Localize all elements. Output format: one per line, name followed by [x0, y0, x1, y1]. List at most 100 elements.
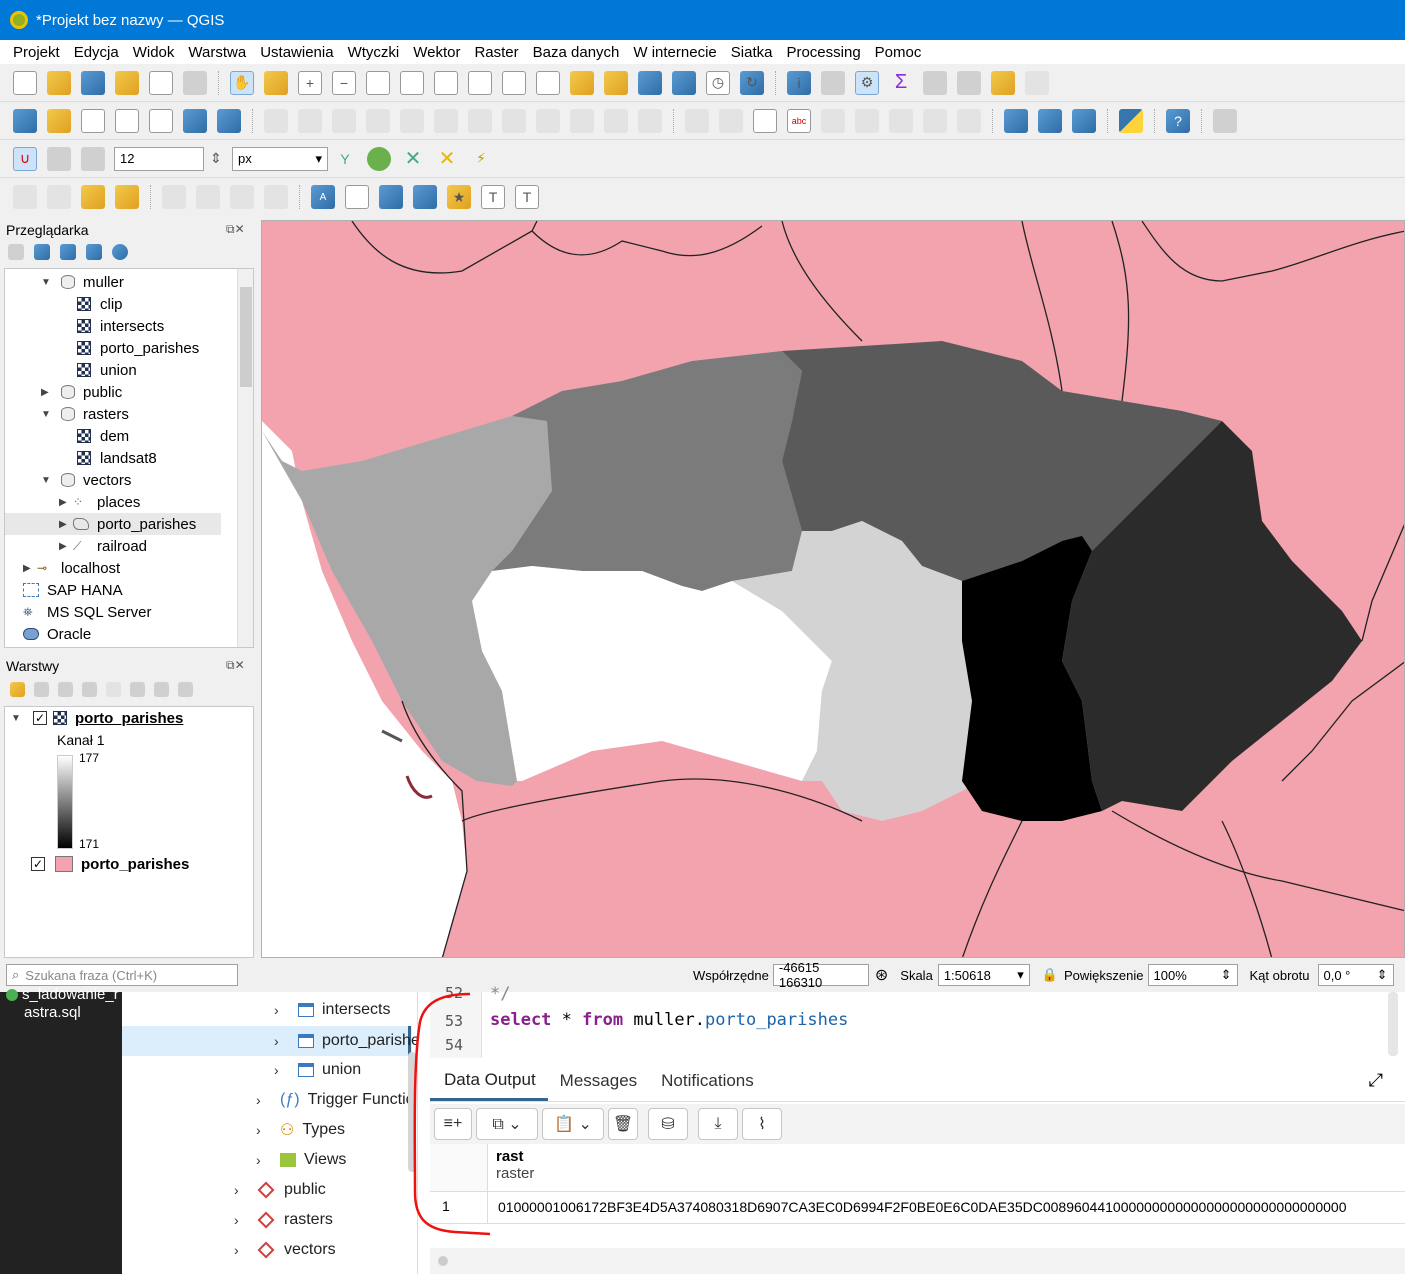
expand-arrow-icon[interactable]: ▶	[59, 497, 73, 508]
scale-combobox[interactable]: 1:50618 ▾	[937, 964, 1030, 986]
filter-browser-icon[interactable]	[60, 244, 76, 260]
metasearch-icon[interactable]	[1004, 108, 1028, 133]
tolerance-spin-icon[interactable]: ⇕	[204, 147, 228, 171]
map-canvas[interactable]	[261, 220, 1405, 958]
save-data-icon[interactable]: ⛁	[648, 1108, 688, 1140]
menu-raster[interactable]: Raster	[467, 44, 525, 61]
layer-row-raster[interactable]: ▼ ✓ porto_parishes	[11, 707, 183, 729]
chevron-right-icon[interactable]: ›	[256, 1152, 280, 1168]
column-header-rast[interactable]: rast raster	[488, 1144, 1405, 1192]
chevron-right-icon[interactable]: ›	[274, 1062, 298, 1078]
chevron-right-icon[interactable]: ›	[274, 1033, 298, 1049]
pan-annotation-icon[interactable]	[345, 185, 369, 209]
create-marker-annotation-icon[interactable]: ★	[447, 185, 471, 209]
add-group-icon[interactable]	[34, 682, 49, 697]
expand-arrow-icon[interactable]: ▶	[41, 387, 55, 398]
sql-editor[interactable]: 52 53 54 */ select * from muller.porto_p…	[430, 984, 1405, 1058]
tree-item-intersects[interactable]: intersects	[77, 315, 164, 337]
zoom-in-icon[interactable]: +	[298, 70, 322, 95]
tree-views[interactable]: › Views	[256, 1146, 346, 1174]
cut-features-icon[interactable]	[502, 108, 526, 133]
menu-ustawienia[interactable]: Ustawienia	[253, 44, 340, 61]
add-raster-layer-icon[interactable]	[183, 108, 207, 133]
menu-edycja[interactable]: Edycja	[67, 44, 126, 61]
vertex-tool-icon[interactable]	[400, 108, 424, 133]
menu-baza-danych[interactable]: Baza danych	[526, 44, 627, 61]
avoid-overlap-icon[interactable]: ✕	[401, 147, 425, 171]
snapping-layers-icon[interactable]	[47, 146, 71, 171]
python-console-icon[interactable]	[1119, 108, 1143, 133]
browser-scrollbar[interactable]	[237, 269, 253, 647]
rotate-label-icon[interactable]	[923, 108, 947, 133]
redo-icon[interactable]	[638, 108, 662, 133]
coordinates-field[interactable]: -46615 166310	[772, 960, 869, 990]
snapping-vertex-icon[interactable]	[81, 146, 105, 171]
expand-arrow-icon[interactable]: ▼	[41, 277, 55, 288]
zoom-out-icon[interactable]: −	[332, 70, 356, 95]
modify-attributes-icon[interactable]	[434, 108, 458, 133]
toggle-processing-icon[interactable]: ⚙	[855, 70, 879, 95]
offset-curve-icon[interactable]	[196, 185, 220, 209]
new-bookmark-icon[interactable]	[638, 70, 662, 95]
current-edits-icon[interactable]	[264, 108, 288, 133]
save-edits-icon[interactable]	[332, 108, 356, 133]
collapse-all-icon[interactable]	[86, 244, 102, 260]
data-source-manager-icon[interactable]	[13, 108, 37, 133]
create-polygon-annotation-icon[interactable]	[379, 185, 403, 209]
tab-notifications[interactable]: Notifications	[649, 1071, 766, 1101]
layer-visibility-checkbox[interactable]: ✓	[31, 857, 45, 871]
snapping-tolerance-input[interactable]: 12	[114, 146, 204, 171]
tracing-icon[interactable]: ⚡	[469, 147, 493, 171]
expand-all-icon[interactable]	[130, 682, 145, 697]
self-snapping-icon[interactable]: ✕	[435, 147, 459, 171]
tree-item-railroad[interactable]: ▶ ⟋ railroad	[59, 535, 147, 557]
copy-features-icon[interactable]	[536, 108, 560, 133]
show-hide-labels-icon[interactable]	[855, 108, 879, 133]
chevron-right-icon[interactable]: ›	[234, 1212, 258, 1228]
chevron-right-icon[interactable]: ›	[234, 1182, 258, 1198]
map-rendering[interactable]	[262, 221, 1405, 958]
toggle-editing-icon[interactable]	[298, 108, 322, 133]
tree-item-oracle[interactable]: Oracle	[23, 623, 91, 645]
zoom-to-selection-icon[interactable]	[400, 70, 424, 95]
zoom-next-icon[interactable]	[536, 70, 560, 95]
file-item[interactable]: s_ladowanie_r	[6, 986, 119, 1003]
new-print-layout-icon[interactable]	[115, 70, 139, 95]
tree-item-rasters[interactable]: ▼ rasters	[41, 403, 129, 425]
split-features-icon[interactable]	[230, 185, 254, 209]
label-tool-icon[interactable]	[685, 108, 709, 133]
tree-item-vectors[interactable]: ▼ vectors	[41, 469, 131, 491]
pan-map-icon[interactable]: ✋	[230, 70, 254, 95]
schema-rasters[interactable]: › rasters	[234, 1206, 333, 1234]
editor-scrollbar[interactable]	[1388, 992, 1398, 1056]
properties-icon[interactable]	[112, 244, 128, 260]
schema-public[interactable]: › public	[234, 1176, 326, 1204]
zoom-to-layer-icon[interactable]	[434, 70, 458, 95]
zoom-native-icon[interactable]	[468, 70, 492, 95]
coordinate-format-icon[interactable]: ⊛	[875, 965, 888, 985]
open-attribute-table-icon[interactable]	[821, 70, 845, 95]
create-line-annotation-icon[interactable]	[413, 185, 437, 209]
style-manager-icon[interactable]	[183, 70, 207, 95]
tree-item-union[interactable]: union	[77, 359, 137, 381]
add-spatialite-layer-icon[interactable]	[149, 108, 173, 133]
tree-item-porto-parishes-vector[interactable]: ▶ porto_parishes	[5, 513, 221, 535]
menu-wektor[interactable]: Wektor	[406, 44, 467, 61]
tree-item-porto-parishes-raster[interactable]: porto_parishes	[77, 337, 199, 359]
lock-scale-icon[interactable]: 🔒	[1042, 967, 1058, 983]
diagram-options-icon[interactable]	[719, 108, 743, 133]
magnifier-spinbox[interactable]: 100% ⇕	[1147, 964, 1238, 986]
change-label-icon[interactable]	[957, 108, 981, 133]
identify-features-icon[interactable]: i	[787, 70, 811, 95]
tree-item-landsat8[interactable]: landsat8	[77, 447, 157, 469]
measure-line-icon[interactable]	[957, 70, 981, 95]
filter-legend-icon[interactable]	[82, 682, 97, 697]
undo-icon[interactable]	[604, 108, 628, 133]
new-geopackage-layer-icon[interactable]	[47, 108, 71, 133]
show-bookmarks-icon[interactable]	[672, 70, 696, 95]
grid-horizontal-scrollbar[interactable]	[430, 1248, 1405, 1274]
add-selected-layers-icon[interactable]	[8, 244, 24, 260]
panel-float-close-icons[interactable]: ⧉✕	[226, 658, 245, 673]
refresh-icon[interactable]: ↻	[740, 70, 764, 95]
zoom-last-icon[interactable]	[502, 70, 526, 95]
